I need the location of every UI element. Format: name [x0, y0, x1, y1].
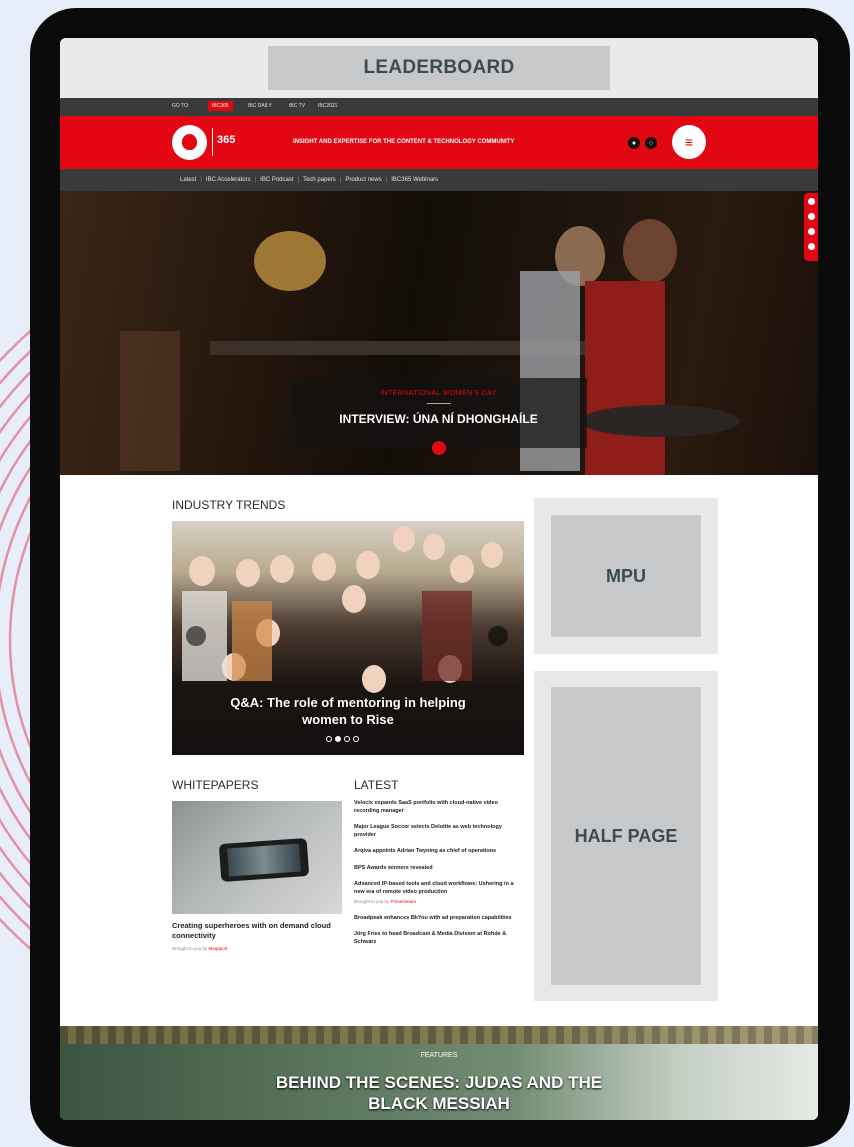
hero-caption[interactable]: INTERNATIONAL WOMEN'S DAY INTERVIEW: ÚNA…: [290, 378, 587, 448]
whitepapers-heading: WHITEPAPERS: [172, 778, 259, 792]
search-icon[interactable]: ○: [645, 137, 657, 149]
industry-trends-heading: INDUSTRY TRENDS: [172, 498, 286, 512]
section-nav-accelerators[interactable]: IBC Accelerators: [206, 177, 251, 183]
mpu-ad[interactable]: MPU: [551, 515, 701, 637]
sponsor-prefix: Brought to you by: [354, 899, 390, 904]
brand-divider: [212, 128, 213, 156]
carousel-dots: [326, 736, 359, 742]
brand-label: 365: [217, 134, 236, 146]
carousel-dot[interactable]: [344, 736, 350, 742]
leaderboard-ad-area: LEADERBOARD: [60, 38, 818, 98]
top-nav: GO TO: IBC365 IBC DAILY IBC TV IBC2021: [60, 98, 818, 116]
top-nav-item-ibc-tv[interactable]: IBC TV: [289, 103, 305, 109]
section-nav: Latest | IBC Accelerators | IBC Podcast | T…: [60, 169, 818, 191]
user-icon[interactable]: ●: [628, 137, 640, 149]
industry-trends-carousel[interactable]: Q&A: The role of mentoring in helping wo…: [172, 521, 524, 755]
half-page-ad[interactable]: HALF PAGE: [551, 687, 701, 985]
phone-image: [218, 837, 310, 883]
carousel-dot[interactable]: [353, 736, 359, 742]
features-banner[interactable]: FEATURES BEHIND THE SCENES: JUDAS AND TH…: [60, 1026, 818, 1120]
web-page: LEADERBOARD GO TO: IBC365 IBC DAILY IBC …: [60, 38, 818, 1120]
menu-icon[interactable]: ≡: [672, 125, 706, 159]
industry-trends-caption[interactable]: Q&A: The role of mentoring in helping wo…: [212, 694, 484, 728]
site-tagline: INSIGHT AND EXPERTISE FOR THE CONTENT & …: [293, 139, 515, 145]
top-nav-item-ibc365[interactable]: IBC365: [208, 101, 233, 111]
linkedin-icon[interactable]: [807, 228, 815, 235]
top-nav-goto: GO TO:: [172, 103, 190, 109]
carousel-prev-button[interactable]: [186, 626, 206, 646]
carousel-dot-active[interactable]: [335, 736, 341, 742]
social-share-bar: [804, 193, 818, 261]
whitepaper-sponsor-line: Brought to you by Megaport: [172, 946, 228, 951]
latest-heading: LATEST: [354, 778, 399, 792]
latest-item[interactable]: Broadpeak enhances BkYou with ad prepara…: [354, 915, 520, 923]
section-nav-tech-papers[interactable]: Tech papers: [303, 177, 336, 183]
site-header: 365 INSIGHT AND EXPERTISE FOR THE CONTEN…: [60, 116, 818, 169]
latest-item-sponsored[interactable]: Advanced IP-based tools and cloud workfl…: [354, 881, 520, 906]
latest-item-title[interactable]: Advanced IP-based tools and cloud workfl…: [354, 881, 514, 895]
features-kicker: FEATURES: [420, 1052, 458, 1059]
carousel-next-button[interactable]: [488, 626, 508, 646]
hero-title[interactable]: INTERVIEW: ÚNA NÍ DHONGHAÍLE: [290, 412, 587, 426]
hero-divider: [426, 403, 451, 404]
half-page-ad-area: HALF PAGE: [534, 671, 718, 1001]
carousel-dot[interactable]: [326, 736, 332, 742]
hero-kicker: INTERNATIONAL WOMEN'S DAY: [380, 390, 497, 397]
email-icon[interactable]: [807, 243, 815, 250]
hero-slide-indicator[interactable]: [432, 441, 446, 455]
latest-list: Velocix expands SaaS portfolio with clou…: [354, 800, 520, 955]
whitepaper-image[interactable]: [172, 801, 342, 914]
section-nav-webinars[interactable]: IBC365 Webinars: [391, 177, 438, 183]
features-image-detail: [60, 1026, 818, 1044]
twitter-icon[interactable]: [807, 213, 815, 220]
latest-item-sponsor-line: Brought to you by Primestream: [354, 898, 520, 906]
latest-item[interactable]: Velocix expands SaaS portfolio with clou…: [354, 800, 520, 815]
ibc-logo[interactable]: [172, 125, 207, 160]
facebook-icon[interactable]: [807, 198, 815, 205]
top-nav-item-ibc2021[interactable]: IBC2021: [318, 103, 337, 109]
features-title[interactable]: BEHIND THE SCENES: JUDAS AND THE BLACK M…: [250, 1072, 628, 1114]
sponsor-link[interactable]: Megaport: [209, 946, 228, 951]
whitepaper-title[interactable]: Creating superheroes with on demand clou…: [172, 921, 342, 941]
section-nav-podcast[interactable]: IBC Podcast: [260, 177, 293, 183]
latest-item[interactable]: Major League Soccer selects Deloitte as …: [354, 824, 520, 839]
section-nav-product-news[interactable]: Product news: [345, 177, 381, 183]
leaderboard-ad[interactable]: LEADERBOARD: [268, 46, 610, 90]
mpu-ad-area: MPU: [534, 498, 718, 654]
sponsor-prefix: Brought to you by: [172, 946, 208, 951]
latest-item[interactable]: Arqiva appoints Adrian Twyning as chief …: [354, 848, 520, 856]
latest-item[interactable]: Jörg Fries to head Broadcast & Media Div…: [354, 931, 520, 946]
top-nav-item-ibc-daily[interactable]: IBC DAILY: [248, 103, 272, 109]
section-nav-latest[interactable]: Latest: [180, 177, 196, 183]
latest-item[interactable]: BPS Awards winners revealed: [354, 865, 520, 873]
sponsor-link[interactable]: Primestream: [391, 899, 417, 904]
